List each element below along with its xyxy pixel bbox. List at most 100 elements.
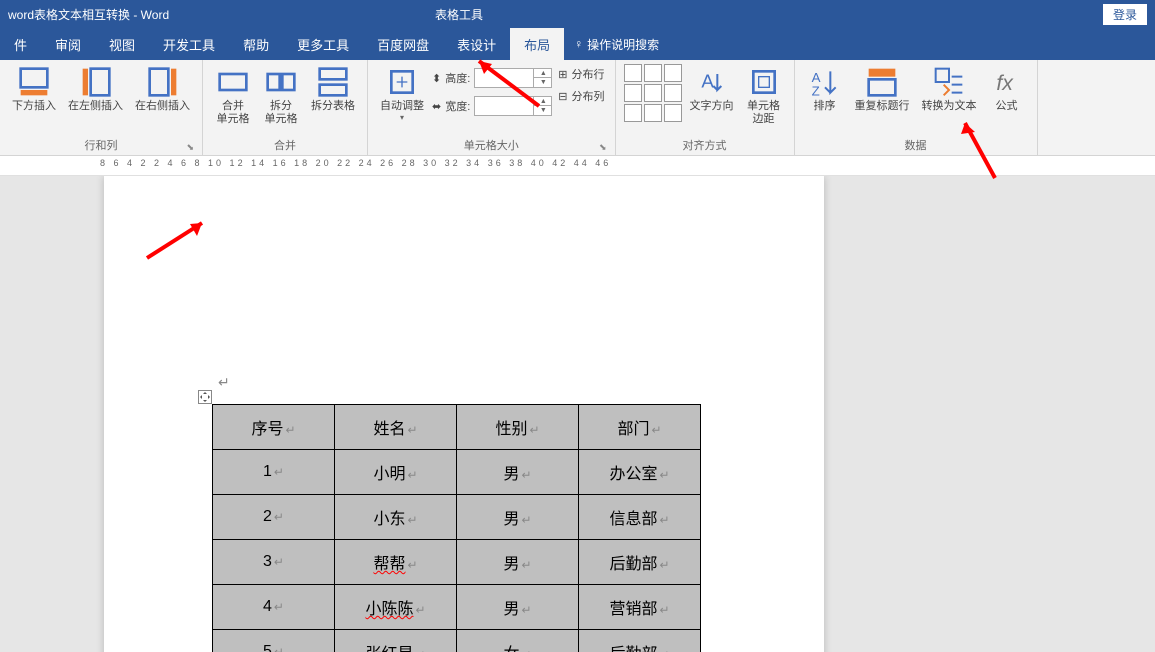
cell-margins-icon <box>748 66 780 98</box>
table-row: 3↵帮帮↵男↵后勤部↵ <box>213 540 701 585</box>
table-row: 4↵小陈陈↵男↵营销部↵ <box>213 585 701 630</box>
document-title: word表格文本相互转换 - Word <box>8 6 1103 23</box>
alignment-grid <box>624 64 682 122</box>
dist-rows-icon: ⊞ <box>558 68 567 81</box>
table-header-cell[interactable]: 部门↵ <box>579 405 701 450</box>
titlebar: word表格文本相互转换 - Word 表格工具 登录 <box>0 0 1155 28</box>
tab-more[interactable]: 更多工具 <box>283 28 363 60</box>
align-bot-right[interactable] <box>664 104 682 122</box>
svg-text:Z: Z <box>811 83 819 98</box>
table-move-handle[interactable] <box>198 390 212 404</box>
ribbon-group-cell-size: 自动调整 ▾ ⬍ 高度: ▲▼ ⬌ 宽度: ▲▼ ⊞分布 <box>368 60 616 155</box>
text-direction-button[interactable]: A 文字方向 <box>686 64 738 115</box>
tab-review[interactable]: 审阅 <box>41 28 95 60</box>
height-control: ⬍ 高度: ▲▼ <box>432 68 552 88</box>
split-table-button[interactable]: 拆分表格 <box>307 64 359 115</box>
width-up[interactable]: ▲ <box>534 97 552 106</box>
align-top-right[interactable] <box>664 64 682 82</box>
table-row: 1↵小明↵男↵办公室↵ <box>213 450 701 495</box>
split-table-icon <box>317 66 349 98</box>
tab-table-design[interactable]: 表设计 <box>443 28 510 60</box>
split-cells-icon <box>265 66 297 98</box>
distribute-rows-button[interactable]: ⊞分布行 <box>556 64 606 84</box>
group-label-merge: 合并 <box>211 135 359 155</box>
align-mid-left[interactable] <box>624 84 642 102</box>
formula-icon: fx <box>991 66 1023 98</box>
search-placeholder: 操作说明搜索 <box>587 36 659 53</box>
login-button[interactable]: 登录 <box>1103 4 1147 25</box>
tab-baidu[interactable]: 百度网盘 <box>363 28 443 60</box>
height-up[interactable]: ▲ <box>534 69 552 78</box>
repeat-header-button[interactable]: 重复标题行 <box>851 64 914 115</box>
insert-below-button[interactable]: 下方插入 <box>8 64 60 115</box>
merge-cells-button[interactable]: 合并 单元格 <box>211 64 255 128</box>
autofit-button[interactable]: 自动调整 ▾ <box>376 64 428 124</box>
group-label-rows-cols: 行和列⬊ <box>8 135 194 155</box>
table-header-cell[interactable]: 姓名↵ <box>335 405 457 450</box>
menubar: 件 审阅 视图 开发工具 帮助 更多工具 百度网盘 表设计 布局 ♀ 操作说明搜… <box>0 28 1155 60</box>
align-top-center[interactable] <box>644 64 662 82</box>
insert-left-button[interactable]: 在左侧插入 <box>64 64 127 115</box>
align-bot-center[interactable] <box>644 104 662 122</box>
insert-right-button[interactable]: 在右侧插入 <box>131 64 194 115</box>
width-control: ⬌ 宽度: ▲▼ <box>432 96 552 116</box>
width-spinner[interactable]: ▲▼ <box>474 96 552 116</box>
ruler-marks: 8 6 4 2 2 4 6 8 10 12 14 16 18 20 22 24 … <box>100 158 611 168</box>
insert-right-icon <box>147 66 179 98</box>
group-label-data: 数据 <box>803 135 1029 155</box>
paragraph-mark: ↵ <box>218 374 230 391</box>
convert-to-text-button[interactable]: 转换为文本 <box>918 64 981 115</box>
height-down[interactable]: ▼ <box>534 78 552 87</box>
text-direction-icon: A <box>696 66 728 98</box>
ribbon-group-align: A 文字方向 单元格 边距 对齐方式 <box>616 60 795 155</box>
group-label-align: 对齐方式 <box>624 135 786 155</box>
svg-text:A: A <box>701 70 714 91</box>
table-header-cell[interactable]: 性别↵ <box>457 405 579 450</box>
ribbon-group-merge: 合并 单元格 拆分 单元格 拆分表格 合并 <box>203 60 368 155</box>
split-cells-button[interactable]: 拆分 单元格 <box>259 64 303 128</box>
autofit-icon <box>386 66 418 98</box>
dialog-launcher-rows-cols[interactable]: ⬊ <box>186 142 194 153</box>
sort-icon: AZ <box>809 66 841 98</box>
width-down[interactable]: ▼ <box>534 106 552 115</box>
width-input[interactable] <box>475 97 533 115</box>
convert-to-text-icon <box>933 66 965 98</box>
insert-below-icon <box>18 66 50 98</box>
align-top-left[interactable] <box>624 64 642 82</box>
table-row: 序号↵ 姓名↵ 性别↵ 部门↵ <box>213 405 701 450</box>
ribbon: 下方插入 在左侧插入 在右侧插入 行和列⬊ 合并 单元格 拆分 单元格 <box>0 60 1155 156</box>
height-input[interactable] <box>475 69 533 87</box>
width-icon: ⬌ <box>432 100 441 113</box>
tab-help[interactable]: 帮助 <box>229 28 283 60</box>
align-mid-center[interactable] <box>644 84 662 102</box>
table-header-cell[interactable]: 序号↵ <box>213 405 335 450</box>
ribbon-group-data: AZ 排序 重复标题行 转换为文本 fx 公式 数据 <box>795 60 1038 155</box>
align-bot-left[interactable] <box>624 104 642 122</box>
ruler[interactable]: 8 6 4 2 2 4 6 8 10 12 14 16 18 20 22 24 … <box>0 156 1155 176</box>
height-icon: ⬍ <box>432 72 441 85</box>
merge-cells-icon <box>217 66 249 98</box>
svg-text:fx: fx <box>996 71 1014 95</box>
data-table[interactable]: 序号↵ 姓名↵ 性别↵ 部门↵ 1↵小明↵男↵办公室↵ 2↵小东↵男↵信息部↵ … <box>212 404 701 652</box>
tab-dev[interactable]: 开发工具 <box>149 28 229 60</box>
tell-me-search[interactable]: ♀ 操作说明搜索 <box>574 36 659 53</box>
dropdown-icon: ▾ <box>400 113 404 122</box>
formula-button[interactable]: fx 公式 <box>985 64 1029 115</box>
align-mid-right[interactable] <box>664 84 682 102</box>
sort-button[interactable]: AZ 排序 <box>803 64 847 115</box>
tab-view[interactable]: 视图 <box>95 28 149 60</box>
tab-file[interactable]: 件 <box>0 28 41 60</box>
insert-left-icon <box>80 66 112 98</box>
height-spinner[interactable]: ▲▼ <box>474 68 552 88</box>
repeat-header-icon <box>866 66 898 98</box>
table-row: 5↵张红星↵女↵后勤部↵ <box>213 630 701 652</box>
group-label-cell-size: 单元格大小⬊ <box>376 135 607 155</box>
tab-layout[interactable]: 布局 <box>510 28 564 60</box>
document-area[interactable]: ↵ 序号↵ 姓名↵ 性别↵ 部门↵ 1↵小明↵男↵办公室↵ 2↵小东↵男↵信息部… <box>0 176 1155 652</box>
cell-margins-button[interactable]: 单元格 边距 <box>742 64 786 128</box>
context-tab-table-tools: 表格工具 <box>415 0 503 29</box>
lightbulb-icon: ♀ <box>574 37 583 51</box>
distribute-cols-button[interactable]: ⊟分布列 <box>556 86 606 106</box>
ribbon-group-rows-cols: 下方插入 在左侧插入 在右侧插入 行和列⬊ <box>0 60 203 155</box>
dialog-launcher-cell-size[interactable]: ⬊ <box>599 142 607 153</box>
